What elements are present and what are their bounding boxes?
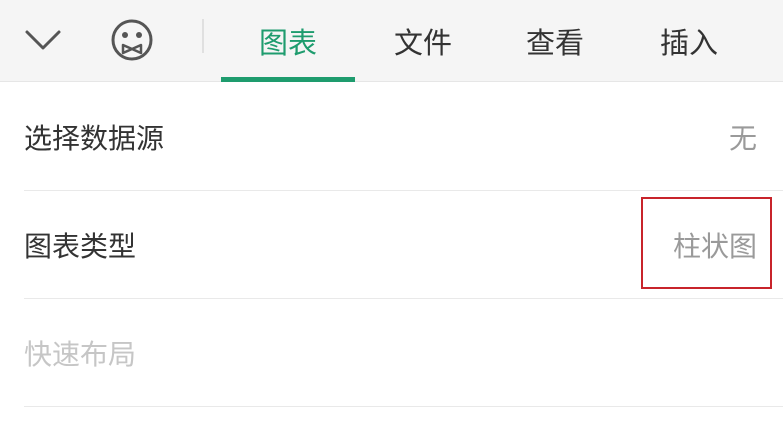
top-toolbar: 图表 文件 查看 插入: [0, 0, 783, 82]
chevron-down-icon: [25, 30, 61, 50]
tab-file-label: 文件: [393, 26, 452, 60]
chart-type-highlight-box: [641, 197, 772, 289]
toolbar-divider: [202, 19, 204, 53]
tab-insert[interactable]: 插入: [622, 0, 756, 82]
collapse-button[interactable]: [13, 12, 73, 68]
tab-file[interactable]: 文件: [356, 0, 490, 82]
data-source-row[interactable]: 选择数据源 无: [0, 83, 783, 191]
quick-layout-row: 快速布局: [0, 299, 783, 407]
tab-chart-label: 图表: [258, 26, 317, 60]
quick-layout-label: 快速布局: [24, 338, 137, 371]
row-divider: [24, 406, 783, 407]
tab-insert-label: 插入: [659, 26, 718, 60]
chart-type-label: 图表类型: [24, 230, 137, 263]
data-source-value: 无: [728, 122, 757, 155]
emoji-face-icon: [111, 19, 153, 61]
tab-view[interactable]: 查看: [488, 0, 622, 82]
emoji-button[interactable]: [102, 12, 162, 68]
tab-chart[interactable]: 图表: [221, 0, 355, 82]
data-source-label: 选择数据源: [24, 122, 165, 155]
tab-view-label: 查看: [525, 26, 584, 60]
active-tab-indicator: [221, 77, 355, 82]
